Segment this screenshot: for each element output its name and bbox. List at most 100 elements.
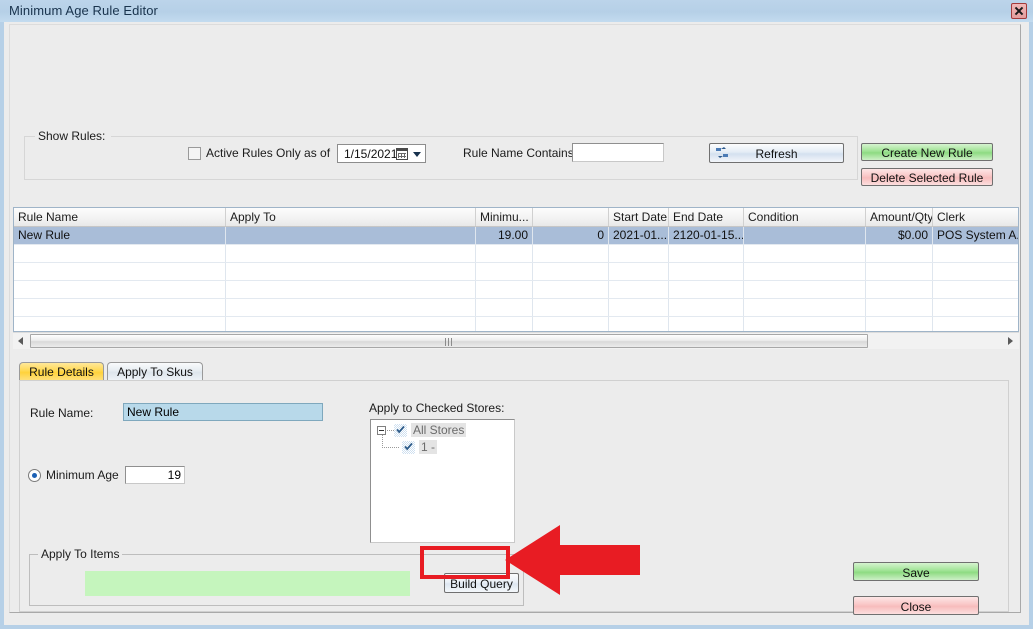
grid-cell[interactable] bbox=[609, 317, 669, 331]
table-row[interactable] bbox=[14, 245, 1018, 263]
table-row[interactable] bbox=[14, 299, 1018, 317]
arrow-left-icon[interactable] bbox=[13, 333, 29, 349]
table-row[interactable] bbox=[14, 317, 1018, 331]
grid-cell[interactable] bbox=[14, 245, 226, 262]
grid-cell[interactable] bbox=[933, 317, 1018, 331]
grid-cell[interactable] bbox=[14, 299, 226, 316]
minimum-age-radio[interactable] bbox=[28, 469, 41, 482]
grid-cell[interactable] bbox=[226, 227, 476, 244]
tree-label-store-1[interactable]: 1 - bbox=[419, 440, 438, 454]
grid-cell[interactable]: 19.00 bbox=[476, 227, 533, 244]
grid-column-header[interactable]: End Date bbox=[669, 208, 744, 226]
grid-cell[interactable] bbox=[744, 245, 866, 262]
grid-cell[interactable] bbox=[933, 299, 1018, 316]
build-query-button[interactable]: Build Query bbox=[444, 573, 519, 593]
grid-cell[interactable] bbox=[226, 281, 476, 298]
grid-cell[interactable] bbox=[533, 299, 609, 316]
grid-cell[interactable] bbox=[866, 299, 933, 316]
tree-node-all-stores[interactable]: All Stores bbox=[371, 423, 514, 439]
grid-cell[interactable] bbox=[476, 317, 533, 331]
grid-cell[interactable] bbox=[533, 317, 609, 331]
grid-column-header[interactable]: Rule Name bbox=[14, 208, 226, 226]
rule-name-input[interactable] bbox=[123, 403, 323, 421]
tab-rule-details[interactable]: Rule Details bbox=[19, 362, 104, 380]
close-icon[interactable] bbox=[1011, 3, 1027, 19]
grid-cell[interactable]: New Rule bbox=[14, 227, 226, 244]
table-row[interactable] bbox=[14, 281, 1018, 299]
grid-cell[interactable] bbox=[533, 245, 609, 262]
grid-cell[interactable] bbox=[609, 245, 669, 262]
delete-selected-rule-button[interactable]: Delete Selected Rule bbox=[861, 168, 993, 186]
chevron-down-icon[interactable] bbox=[413, 152, 421, 157]
rule-details-tabpage: Rule Name: Minimum Age Apply to Checked … bbox=[19, 380, 1009, 615]
minimum-age-input[interactable] bbox=[125, 466, 185, 484]
grid-cell[interactable] bbox=[476, 281, 533, 298]
grid-cell[interactable] bbox=[866, 263, 933, 280]
grid-cell[interactable] bbox=[226, 299, 476, 316]
tab-apply-to-skus[interactable]: Apply To Skus bbox=[107, 362, 203, 380]
tree-label-all-stores[interactable]: All Stores bbox=[411, 423, 467, 437]
grid-cell[interactable] bbox=[609, 299, 669, 316]
table-row[interactable]: New Rule 19.00 0 2021-01... 2120-01-15... $0.… bbox=[14, 227, 1018, 245]
grid-cell[interactable] bbox=[866, 281, 933, 298]
grid-cell[interactable]: 2021-01... bbox=[609, 227, 669, 244]
grid-cell[interactable] bbox=[744, 317, 866, 331]
grid-cell[interactable] bbox=[226, 245, 476, 262]
grid-cell[interactable] bbox=[933, 245, 1018, 262]
grid-cell[interactable] bbox=[476, 245, 533, 262]
as-of-date-picker[interactable]: 1/15/2021 bbox=[337, 144, 426, 163]
store-checkbox-all[interactable] bbox=[394, 424, 407, 437]
grid-cell[interactable] bbox=[866, 317, 933, 331]
grid-cell[interactable] bbox=[744, 299, 866, 316]
rule-name-contains-input[interactable] bbox=[572, 143, 664, 162]
grid-cell[interactable] bbox=[669, 263, 744, 280]
refresh-button[interactable]: Refresh bbox=[709, 143, 844, 163]
grid-cell[interactable] bbox=[14, 263, 226, 280]
expander-icon[interactable] bbox=[377, 426, 386, 435]
grid-column-header[interactable]: Amount/Qty bbox=[866, 208, 933, 226]
grid-cell[interactable] bbox=[669, 281, 744, 298]
rules-grid[interactable]: Rule Name Apply To Minimu... Start Date End … bbox=[13, 207, 1019, 332]
grid-cell[interactable] bbox=[744, 281, 866, 298]
grid-cell[interactable] bbox=[669, 317, 744, 331]
grid-cell[interactable] bbox=[669, 245, 744, 262]
close-button[interactable]: Close bbox=[853, 596, 979, 615]
rules-grid-hscrollbar[interactable] bbox=[13, 332, 1019, 349]
grid-column-header[interactable]: Start Date bbox=[609, 208, 669, 226]
grid-cell[interactable] bbox=[476, 263, 533, 280]
grid-cell[interactable]: 0 bbox=[533, 227, 609, 244]
grid-cell[interactable] bbox=[226, 317, 476, 331]
grid-cell[interactable] bbox=[609, 263, 669, 280]
grid-cell[interactable] bbox=[14, 281, 226, 298]
grid-cell[interactable] bbox=[226, 263, 476, 280]
grid-cell[interactable] bbox=[744, 263, 866, 280]
table-row[interactable] bbox=[14, 263, 1018, 281]
grid-cell[interactable] bbox=[744, 227, 866, 244]
grid-cell[interactable] bbox=[933, 281, 1018, 298]
grid-column-header[interactable]: Clerk bbox=[933, 208, 1018, 226]
grid-cell[interactable] bbox=[533, 263, 609, 280]
grid-cell[interactable] bbox=[669, 299, 744, 316]
grid-cell[interactable]: POS System A... bbox=[933, 227, 1018, 244]
grid-column-header[interactable]: Minimu... bbox=[476, 208, 533, 226]
grid-column-header[interactable] bbox=[533, 208, 609, 226]
apply-to-items-query-box[interactable] bbox=[85, 571, 410, 596]
grid-cell[interactable]: $0.00 bbox=[866, 227, 933, 244]
grid-cell[interactable] bbox=[533, 281, 609, 298]
tree-node-store-1[interactable]: 1 - bbox=[371, 435, 514, 456]
grid-cell[interactable] bbox=[476, 299, 533, 316]
grid-cell[interactable] bbox=[14, 317, 226, 331]
create-new-rule-button[interactable]: Create New Rule bbox=[861, 143, 993, 161]
active-rules-only-checkbox[interactable] bbox=[188, 147, 201, 160]
stores-tree[interactable]: All Stores 1 - bbox=[370, 419, 515, 543]
grid-cell[interactable] bbox=[609, 281, 669, 298]
save-button[interactable]: Save bbox=[853, 562, 979, 581]
store-checkbox-1[interactable] bbox=[402, 441, 415, 454]
arrow-right-icon[interactable] bbox=[1003, 333, 1019, 349]
grid-cell[interactable] bbox=[866, 245, 933, 262]
hscroll-thumb[interactable] bbox=[30, 334, 868, 348]
grid-column-header[interactable]: Apply To bbox=[226, 208, 476, 226]
grid-cell[interactable] bbox=[933, 263, 1018, 280]
grid-cell[interactable]: 2120-01-15... bbox=[669, 227, 744, 244]
grid-column-header[interactable]: Condition bbox=[744, 208, 866, 226]
